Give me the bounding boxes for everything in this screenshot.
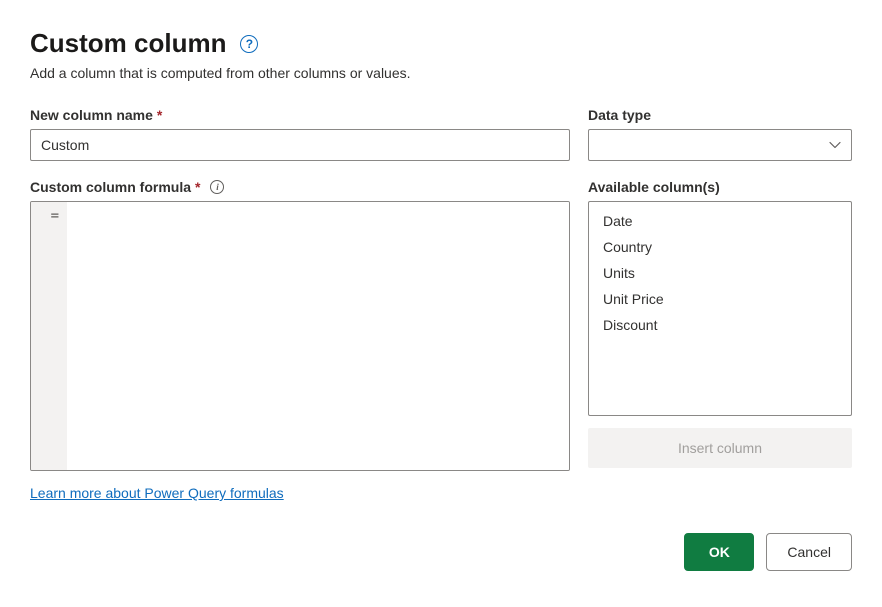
data-type-label: Data type — [588, 107, 852, 123]
required-asterisk: * — [195, 179, 200, 195]
list-item[interactable]: Country — [589, 234, 851, 260]
column-name-input[interactable] — [30, 129, 570, 161]
formula-gutter: = — [31, 202, 67, 470]
column-name-label: New column name * — [30, 107, 570, 123]
info-icon[interactable]: i — [210, 180, 224, 194]
learn-more-link[interactable]: Learn more about Power Query formulas — [30, 485, 284, 501]
data-type-select[interactable] — [588, 129, 852, 161]
list-item[interactable]: Units — [589, 260, 851, 286]
chevron-down-icon — [829, 139, 841, 151]
required-asterisk: * — [157, 107, 162, 123]
available-columns-list: Date Country Units Unit Price Discount — [588, 201, 852, 416]
available-columns-label: Available column(s) — [588, 179, 852, 195]
cancel-button[interactable]: Cancel — [766, 533, 852, 571]
ok-button[interactable]: OK — [684, 533, 754, 571]
dialog-title: Custom column — [30, 28, 226, 59]
list-item[interactable]: Date — [589, 208, 851, 234]
list-item[interactable]: Discount — [589, 312, 851, 338]
formula-box: = — [30, 201, 570, 471]
formula-editor[interactable] — [67, 202, 569, 470]
insert-column-button: Insert column — [588, 428, 852, 468]
formula-label: Custom column formula * i — [30, 179, 570, 195]
help-icon[interactable]: ? — [240, 35, 258, 53]
dialog-subtitle: Add a column that is computed from other… — [30, 65, 852, 81]
list-item[interactable]: Unit Price — [589, 286, 851, 312]
